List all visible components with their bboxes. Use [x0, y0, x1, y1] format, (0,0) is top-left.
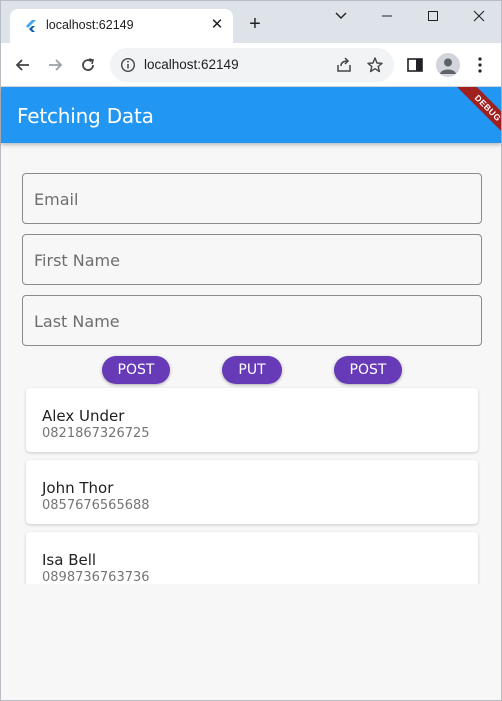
user-name: Isa Bell: [42, 551, 97, 569]
first-name-input[interactable]: [34, 249, 464, 271]
debug-banner: DEBUG: [444, 87, 501, 143]
browser-toolbar: localhost:62149: [1, 43, 501, 87]
email-field[interactable]: [22, 173, 482, 224]
user-name: Alex Under: [42, 407, 125, 425]
user-phone: 0857676565688: [42, 498, 150, 513]
email-input[interactable]: [34, 188, 464, 210]
list-item[interactable]: John Thor 0857676565688: [26, 460, 478, 524]
share-icon[interactable]: [335, 56, 353, 74]
app-bar: Fetching Data DEBUG: [1, 87, 501, 143]
tab-title: localhost:62149: [46, 18, 134, 32]
user-phone: 0898736763736: [42, 570, 150, 584]
tab-search-icon[interactable]: [328, 5, 354, 27]
list-item[interactable]: Alex Under 0821867326725: [26, 388, 478, 452]
url-text[interactable]: localhost:62149: [144, 57, 239, 72]
back-icon[interactable]: [11, 53, 35, 77]
put-button[interactable]: PUT: [222, 356, 282, 384]
maximize-icon[interactable]: [420, 5, 446, 27]
last-name-field[interactable]: [22, 295, 482, 346]
flutter-icon: [26, 20, 36, 32]
post-button-secondary[interactable]: POST: [334, 356, 402, 384]
tab-close-icon[interactable]: ✕: [208, 15, 226, 35]
window-close-icon[interactable]: [466, 5, 492, 27]
minimize-icon[interactable]: [374, 5, 400, 27]
last-name-input[interactable]: [34, 310, 464, 332]
first-name-field[interactable]: [22, 234, 482, 285]
post-button[interactable]: POST: [102, 356, 170, 384]
side-panel-icon[interactable]: [406, 56, 424, 74]
user-phone: 0821867326725: [42, 426, 150, 441]
profile-avatar[interactable]: [436, 53, 460, 77]
bookmark-star-icon[interactable]: [366, 56, 384, 74]
user-list: Alex Under 0821867326725 John Thor 08576…: [22, 386, 482, 584]
new-tab-button[interactable]: +: [244, 13, 266, 35]
forward-icon[interactable]: [43, 53, 67, 77]
tab-strip: localhost:62149 ✕ +: [1, 1, 501, 43]
list-item[interactable]: Isa Bell 0898736763736: [26, 532, 478, 584]
more-menu-icon[interactable]: [470, 55, 490, 75]
address-bar[interactable]: localhost:62149: [110, 48, 394, 82]
browser-tab[interactable]: localhost:62149 ✕: [10, 9, 233, 43]
user-name: John Thor: [42, 479, 114, 497]
info-icon[interactable]: [120, 57, 136, 73]
page-title: Fetching Data: [17, 104, 154, 128]
reload-icon[interactable]: [76, 53, 100, 77]
